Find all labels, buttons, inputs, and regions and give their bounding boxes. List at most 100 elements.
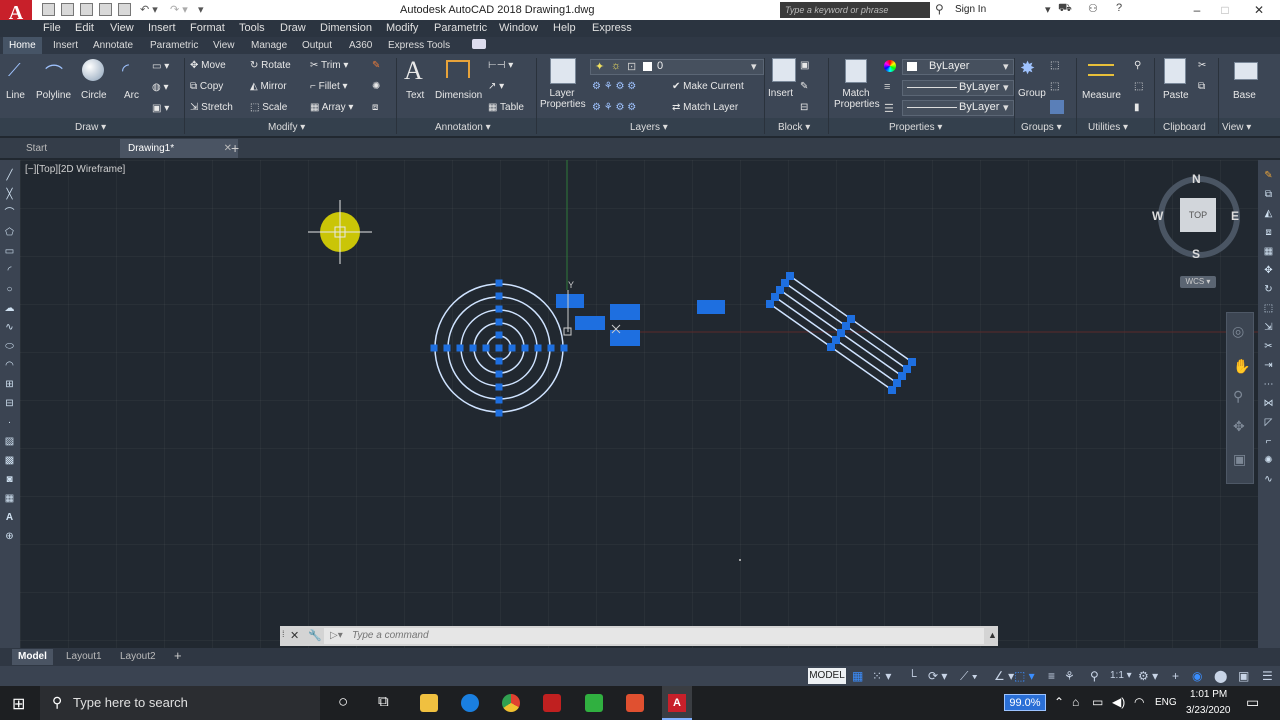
autocad-app-icon: A	[668, 694, 686, 712]
volume-icon[interactable]: ◀)	[1112, 695, 1125, 709]
tool-revcloud-icon[interactable]: ☁	[4, 303, 15, 314]
clock-time[interactable]: 1:01 PM	[1190, 689, 1227, 700]
annotation-scale[interactable]: 1:1 ▾	[1110, 670, 1132, 681]
isolate-icon[interactable]: ◉	[1192, 669, 1202, 683]
tool-circle-icon[interactable]: ○	[4, 284, 15, 295]
tool-join-icon[interactable]: ⋈	[1263, 398, 1274, 409]
tool-break-icon[interactable]: ⋯	[1263, 379, 1274, 390]
new-layout-icon[interactable]: +	[174, 648, 182, 663]
compass-east[interactable]: E	[1231, 209, 1239, 223]
viewcube-top-face[interactable]: TOP	[1180, 198, 1216, 232]
tool-polygon-icon[interactable]: ⬠	[4, 227, 15, 238]
tool-offset-icon[interactable]: ⧈	[1263, 227, 1274, 238]
wifi-icon[interactable]: ◠	[1134, 695, 1144, 709]
tool-erase-icon[interactable]: ✎	[1263, 170, 1274, 181]
tool-insert-block-icon[interactable]: ⊞	[4, 379, 15, 390]
lineweight-toggle-icon[interactable]: ≡	[1048, 669, 1055, 683]
zoom-level[interactable]: 99.0%	[1004, 694, 1046, 711]
orbit-icon[interactable]: ✥	[1233, 418, 1245, 435]
grid-icon[interactable]: ▦	[852, 669, 863, 683]
windows-start-icon[interactable]: ⊞	[12, 694, 25, 714]
notifications-icon[interactable]: ▭	[1246, 694, 1259, 711]
model-space-button[interactable]: MODEL	[808, 668, 846, 684]
tool-trim-icon[interactable]: ✂	[1263, 341, 1274, 352]
close-command-icon[interactable]: ✕	[290, 629, 299, 642]
zoom-icon[interactable]: ⚲	[1233, 388, 1243, 405]
acrobat-icon[interactable]	[543, 694, 561, 712]
tool-fillet-icon[interactable]: ⌐	[1263, 436, 1274, 447]
autocad-taskbar-button[interactable]: A	[662, 686, 692, 720]
tool-line-icon[interactable]: ╱	[4, 170, 15, 181]
annotation-visibility-icon[interactable]: ⚲	[1090, 669, 1099, 683]
clean-screen-icon[interactable]: ▣	[1238, 669, 1249, 683]
compass-west[interactable]: W	[1152, 209, 1163, 223]
tool-blend-icon[interactable]: ∿	[1263, 474, 1274, 485]
workspace-icon[interactable]: ⚙ ▾	[1138, 669, 1158, 683]
ortho-icon[interactable]: └	[908, 669, 917, 683]
tool-spline-icon[interactable]: ∿	[4, 322, 15, 333]
tab-model[interactable]: Model	[12, 649, 53, 665]
transparency-icon[interactable]: ⚘	[1064, 669, 1075, 683]
tool-table-icon[interactable]: ▦	[4, 493, 15, 504]
showmotion-icon[interactable]: ▣	[1233, 451, 1246, 468]
customize-icon[interactable]: 🔧	[308, 629, 322, 642]
polar-icon[interactable]: ⟳ ▾	[928, 669, 947, 683]
isodraft-icon[interactable]: ⟋ ▾	[960, 669, 978, 684]
hardware-accel-icon[interactable]: ⬤	[1214, 669, 1227, 683]
tool-construction-line-icon[interactable]: ╳	[4, 189, 15, 200]
tool-scale-icon[interactable]: ⬚	[1263, 303, 1274, 314]
compass-south[interactable]: S	[1192, 247, 1200, 261]
tab-layout2[interactable]: Layout2	[114, 649, 162, 665]
circle-grip	[430, 344, 438, 352]
circle-grips	[430, 279, 568, 417]
tool-region-icon[interactable]: ◙	[4, 474, 15, 485]
tool-mirror-icon[interactable]: ◭	[1263, 208, 1274, 219]
tool-stretch-icon[interactable]: ⇲	[1263, 322, 1274, 333]
language-indicator[interactable]: ENG	[1155, 697, 1177, 708]
tool-rectangle-icon[interactable]: ▭	[4, 246, 15, 257]
tool-gradient-icon[interactable]: ▩	[4, 455, 15, 466]
battery-icon[interactable]: ▭	[1092, 695, 1103, 709]
customization-icon[interactable]: ☰	[1262, 669, 1273, 683]
osnap-icon[interactable]: ⬚ ▾	[1014, 669, 1035, 683]
clock-date[interactable]: 3/23/2020	[1186, 705, 1231, 716]
recorder-icon[interactable]	[626, 694, 644, 712]
compass-north[interactable]: N	[1192, 172, 1201, 186]
chrome-icon[interactable]	[502, 694, 520, 712]
annomonitor-icon[interactable]: +	[1172, 669, 1179, 683]
network-icon[interactable]: ⌂	[1072, 695, 1079, 709]
command-input[interactable]	[324, 628, 984, 644]
snap-icon[interactable]: ⁙ ▾	[872, 669, 891, 683]
file-explorer-icon[interactable]	[420, 694, 438, 712]
object-track-icon[interactable]: ∠ ▾	[994, 669, 1014, 683]
cortana-icon[interactable]: ○	[338, 692, 348, 712]
tool-extend-icon[interactable]: ⇥	[1263, 360, 1274, 371]
grip-handle-icon[interactable]: ⁞	[282, 629, 285, 639]
tool-copy-icon[interactable]: ⧉	[1263, 189, 1274, 200]
circle-grip	[495, 344, 503, 352]
tool-mtext-icon[interactable]: A	[4, 512, 15, 523]
camtasia-icon[interactable]	[585, 694, 603, 712]
taskbar-search[interactable]: Type here to search	[40, 686, 320, 720]
edge-icon[interactable]	[461, 694, 479, 712]
task-view-icon[interactable]: ⧉	[378, 693, 389, 710]
command-history-icon[interactable]: ▲	[988, 630, 997, 640]
wcs-menu[interactable]: WCS ▾	[1180, 276, 1216, 288]
tool-point-icon[interactable]: ·	[4, 417, 15, 428]
tool-hatch-icon[interactable]: ▨	[4, 436, 15, 447]
tool-make-block-icon[interactable]: ⊟	[4, 398, 15, 409]
tool-ellipse-arc-icon[interactable]: ◠	[4, 360, 15, 371]
tool-array-icon[interactable]: ▦	[1263, 246, 1274, 257]
tab-layout1[interactable]: Layout1	[60, 649, 108, 665]
tool-rotate-icon[interactable]: ↻	[1263, 284, 1274, 295]
pan-icon[interactable]: ✋	[1233, 358, 1250, 375]
tray-up-icon[interactable]: ⌃	[1054, 695, 1064, 709]
tool-chamfer-icon[interactable]: ◸	[1263, 417, 1274, 428]
tool-arc-icon[interactable]: ◜	[4, 265, 15, 276]
tool-ellipse-icon[interactable]: ⬭	[4, 341, 15, 352]
tool-polyline-icon[interactable]: ⌒	[4, 208, 15, 219]
tool-add-selected-icon[interactable]: ⊕	[4, 531, 15, 542]
tool-explode-icon[interactable]: ✺	[1263, 455, 1274, 466]
steering-wheel-icon[interactable]: ◎	[1232, 323, 1244, 340]
tool-move-icon[interactable]: ✥	[1263, 265, 1274, 276]
